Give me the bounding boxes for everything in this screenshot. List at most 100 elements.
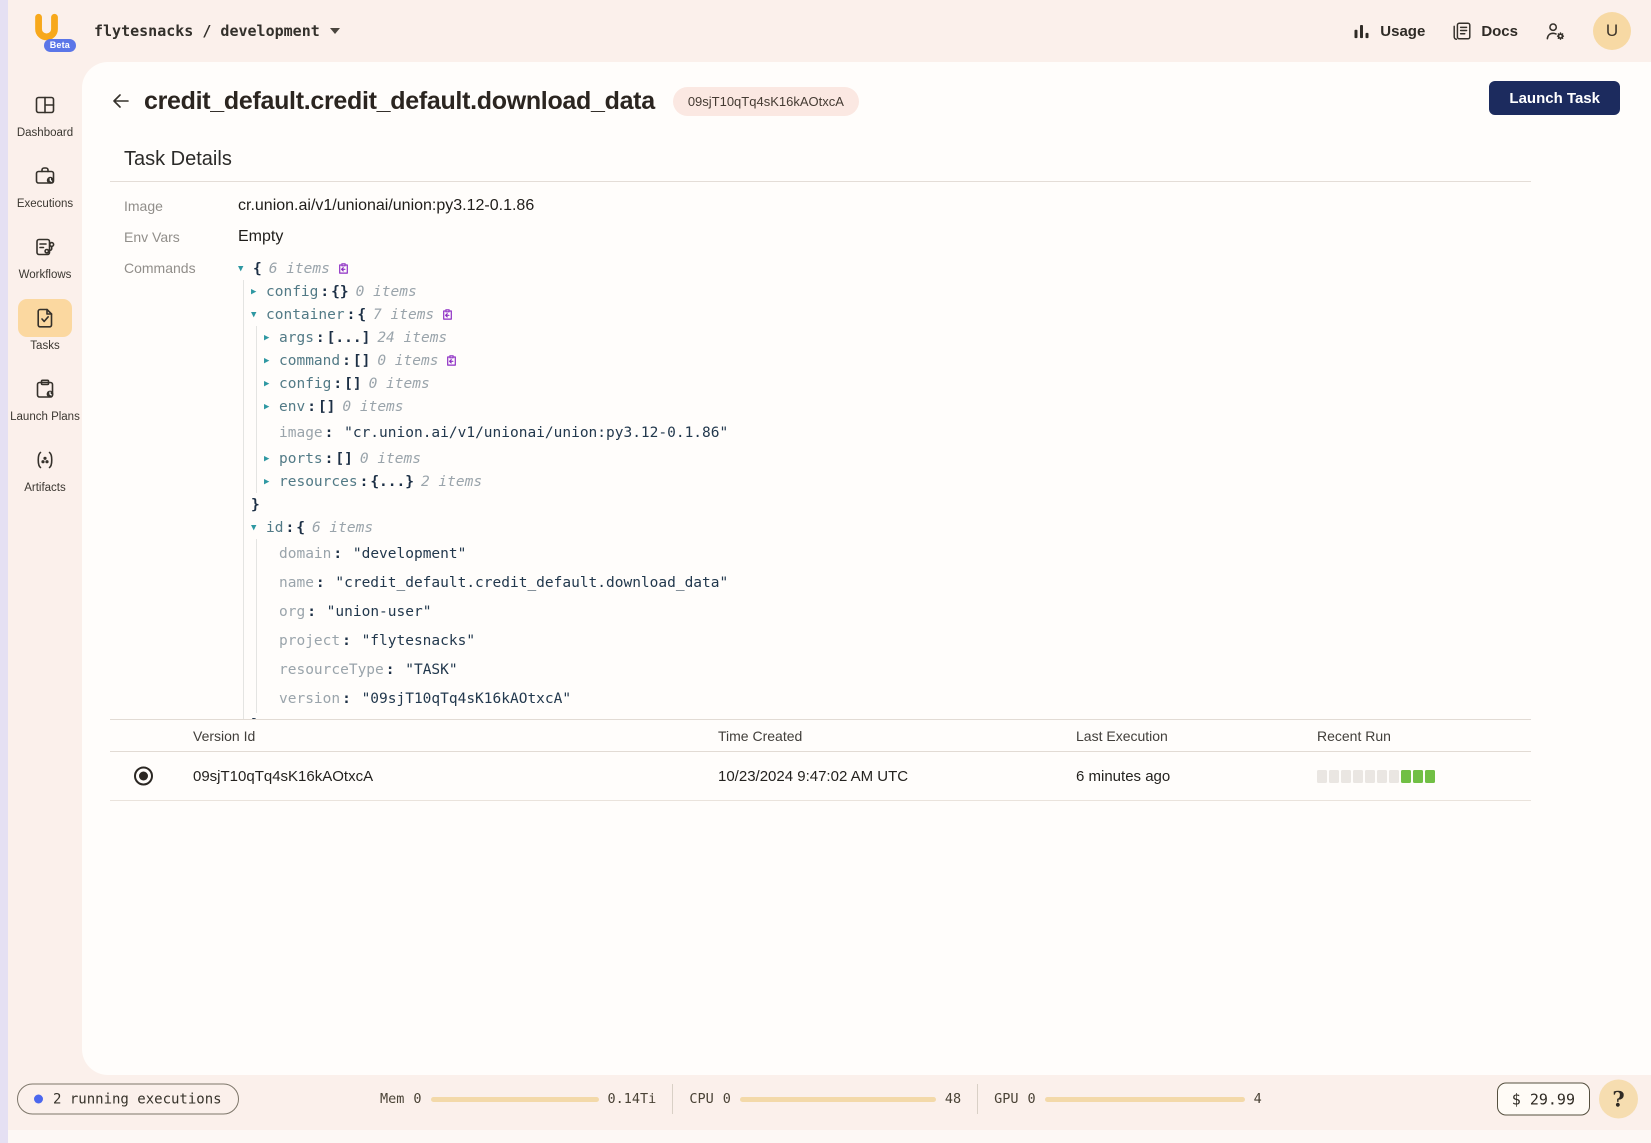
project-domain-selector[interactable]: flytesnacks / development <box>94 22 340 40</box>
sidebar-item-tasks[interactable]: Tasks <box>10 299 80 353</box>
admin-settings-button[interactable] <box>1544 20 1567 43</box>
docs-button[interactable]: Docs <box>1451 20 1518 42</box>
sidebar-item-workflows[interactable]: Workflows <box>10 228 80 282</box>
mem-used: 0 <box>413 1091 421 1107</box>
expand-icon[interactable]: ▶ <box>251 287 266 297</box>
json-colon: : <box>316 575 325 591</box>
user-gear-icon <box>1544 20 1567 43</box>
json-tree-row: name: "credit_default.credit_default.dow… <box>238 568 728 597</box>
expand-icon[interactable]: ▶ <box>264 402 279 412</box>
json-value: "union-user" <box>318 604 432 620</box>
collapse-icon[interactable]: ▼ <box>251 523 266 533</box>
expand-icon[interactable]: ▶ <box>264 356 279 366</box>
dashboard-icon <box>18 86 72 124</box>
json-item-count: 0 items <box>342 399 403 415</box>
running-executions-label: 2 running executions <box>53 1091 222 1107</box>
field-row-env-vars: Env Vars Empty <box>124 221 1651 252</box>
gpu-used: 0 <box>1028 1091 1036 1107</box>
expand-icon[interactable]: ▶ <box>264 379 279 389</box>
json-tree-row: domain: "development" <box>238 539 728 568</box>
json-bracket: [] <box>335 451 352 467</box>
json-key: command <box>279 353 340 369</box>
json-key: resourceType <box>279 662 384 678</box>
launch-task-button[interactable]: Launch Task <box>1489 81 1620 115</box>
running-executions-pill[interactable]: 2 running executions <box>17 1084 239 1115</box>
run-status-success[interactable] <box>1401 770 1411 783</box>
usage-button[interactable]: Usage <box>1351 21 1425 42</box>
run-status-success[interactable] <box>1425 770 1435 783</box>
sidebar-nav: Dashboard Executions <box>8 62 82 1143</box>
sidebar-item-label: Dashboard <box>17 127 73 140</box>
user-avatar[interactable]: U <box>1593 12 1631 50</box>
cpu-meter: CPU 0 48 <box>689 1091 961 1107</box>
expand-icon[interactable]: ▶ <box>264 454 279 464</box>
json-item-count: 7 items <box>373 307 434 323</box>
run-status-empty[interactable] <box>1329 770 1339 783</box>
executions-icon <box>18 157 72 195</box>
run-status-success[interactable] <box>1413 770 1423 783</box>
meter-separator <box>977 1084 978 1114</box>
copy-icon[interactable] <box>445 354 458 367</box>
json-colon: : <box>342 691 351 707</box>
sidebar-item-dashboard[interactable]: Dashboard <box>10 86 80 140</box>
version-row[interactable]: 09sjT10qTq4sK16kAOtxcA 10/23/2024 9:47:0… <box>110 752 1531 801</box>
collapse-icon[interactable]: ▼ <box>238 264 253 274</box>
run-status-empty[interactable] <box>1317 770 1327 783</box>
recent-run-bar <box>1317 770 1531 783</box>
json-colon: : <box>360 474 369 490</box>
collapse-icon[interactable]: ▼ <box>251 310 266 320</box>
json-bracket: [...] <box>327 330 371 346</box>
cpu-capacity: 48 <box>945 1091 961 1107</box>
json-colon: : <box>333 376 342 392</box>
json-colon: : <box>316 330 325 346</box>
section-divider <box>110 181 1531 182</box>
sidebar-item-artifacts[interactable]: Artifacts <box>10 441 80 495</box>
mem-capacity: 0.14Ti <box>608 1091 657 1107</box>
run-status-empty[interactable] <box>1353 770 1363 783</box>
json-value: "development" <box>344 546 466 562</box>
sidebar-item-launch-plans[interactable]: Launch Plans <box>10 370 80 424</box>
json-key: container <box>266 307 345 323</box>
cost-button[interactable]: $ 29.99 <box>1497 1083 1590 1116</box>
field-row-image: Image cr.union.ai/v1/unionai/union:py3.1… <box>124 190 1651 221</box>
bottom-edge-strip <box>8 1130 1651 1143</box>
json-colon: : <box>342 633 351 649</box>
sidebar-item-label: Workflows <box>19 269 72 282</box>
cpu-meter-bar <box>740 1097 936 1102</box>
help-button[interactable]: ? <box>1599 1080 1638 1119</box>
sidebar-item-executions[interactable]: Executions <box>10 157 80 211</box>
last-execution-cell: 6 minutes ago <box>1076 768 1317 785</box>
run-status-empty[interactable] <box>1341 770 1351 783</box>
resource-meters: Mem 0 0.14Ti CPU 0 48 GPU 0 4 <box>380 1084 1262 1114</box>
expand-icon[interactable]: ▶ <box>264 333 279 343</box>
usage-label: Usage <box>1380 23 1425 40</box>
version-radio-selected[interactable] <box>134 767 153 786</box>
json-item-count: 0 items <box>377 353 438 369</box>
launch-plans-icon <box>18 370 72 408</box>
topbar-actions: Usage Docs U <box>1351 12 1631 50</box>
back-arrow-icon <box>109 89 133 113</box>
run-status-empty[interactable] <box>1389 770 1399 783</box>
union-logo[interactable]: Beta <box>28 13 64 49</box>
status-bar: 2 running executions Mem 0 0.14Ti CPU 0 … <box>8 1068 1651 1130</box>
json-item-count: 24 items <box>377 330 447 346</box>
run-status-empty[interactable] <box>1377 770 1387 783</box>
json-colon: : <box>325 451 334 467</box>
copy-icon[interactable] <box>337 262 350 275</box>
json-value: "TASK" <box>397 662 458 678</box>
run-status-empty[interactable] <box>1365 770 1375 783</box>
column-header-last-execution: Last Execution <box>1076 728 1317 744</box>
expand-icon[interactable]: ▶ <box>264 477 279 487</box>
back-button[interactable] <box>106 86 136 116</box>
copy-icon[interactable] <box>441 308 454 321</box>
json-item-count: 2 items <box>421 474 482 490</box>
json-item-count: 6 items <box>312 520 373 536</box>
json-value: "credit_default.credit_default.download_… <box>327 575 729 591</box>
json-item-count: 0 items <box>356 284 417 300</box>
field-value-env-vars: Empty <box>238 228 283 246</box>
page-title: credit_default.credit_default.download_d… <box>144 87 655 116</box>
json-bracket: {...} <box>370 474 414 490</box>
sidebar-item-label: Executions <box>17 198 73 211</box>
json-bracket: { <box>357 307 366 323</box>
json-tree-row: ▼id:{6 items <box>238 516 728 539</box>
